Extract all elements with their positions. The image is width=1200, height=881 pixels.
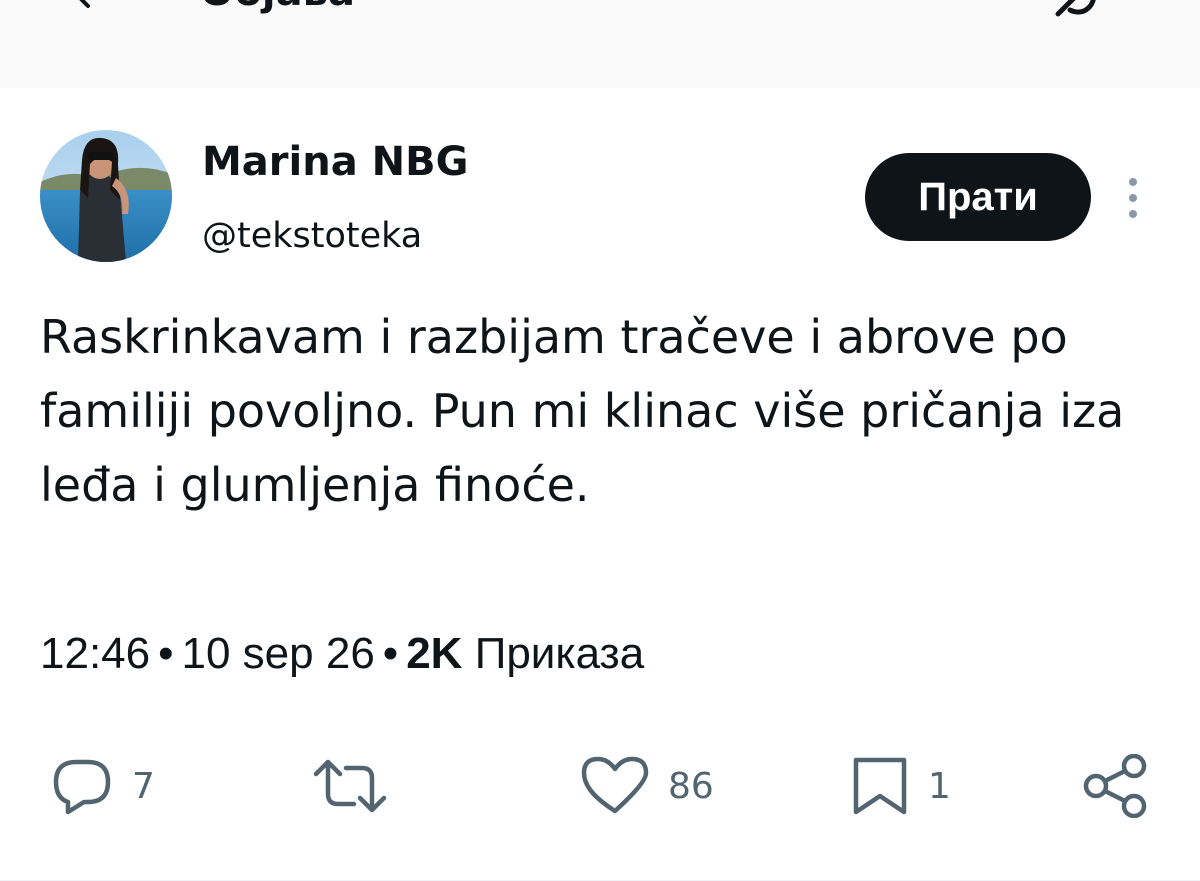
action-bar: 7 86 1 [0,738,1200,834]
separator: • [382,629,399,678]
reply-button[interactable]: 7 [50,738,155,834]
reply-icon [53,759,111,815]
views-count: 2K [406,629,463,678]
share-icon [1083,754,1147,818]
repost-button[interactable] [310,738,408,834]
bookmark-button[interactable]: 1 [850,738,951,834]
repost-icon [313,759,387,813]
author-handle[interactable]: @tekstoteka [202,214,422,258]
share-button[interactable] [1082,738,1150,834]
post-date[interactable]: 10 sep 26 [182,629,375,678]
avatar-photo [40,130,172,262]
grok-icon[interactable] [1050,0,1100,20]
bookmark-icon [853,757,907,815]
post-time[interactable]: 12:46 [40,629,150,678]
post-meta: 12:46 • 10 sep 26 • 2K Приказа [40,624,644,684]
page-title: Објава [200,0,355,14]
arrow-left-icon[interactable] [70,0,110,14]
reply-count: 7 [132,765,155,807]
like-count: 86 [668,765,714,807]
follow-button[interactable]: Прати [865,153,1091,241]
views-label: Приказа [474,629,645,678]
author-name[interactable]: Marina NBG [202,138,468,186]
post-text: Raskrinkavam i razbijam tračeve i abrove… [40,310,1125,512]
bookmark-count: 1 [928,765,951,807]
more-vertical-icon[interactable] [1118,174,1148,222]
post: Marina NBG @tekstoteka Прати Raskrinkava… [0,88,1200,881]
avatar[interactable] [40,130,172,262]
top-bar: Објава [0,0,1200,88]
heart-icon [581,756,649,814]
like-button[interactable]: 86 [580,738,714,834]
separator: • [158,629,174,678]
